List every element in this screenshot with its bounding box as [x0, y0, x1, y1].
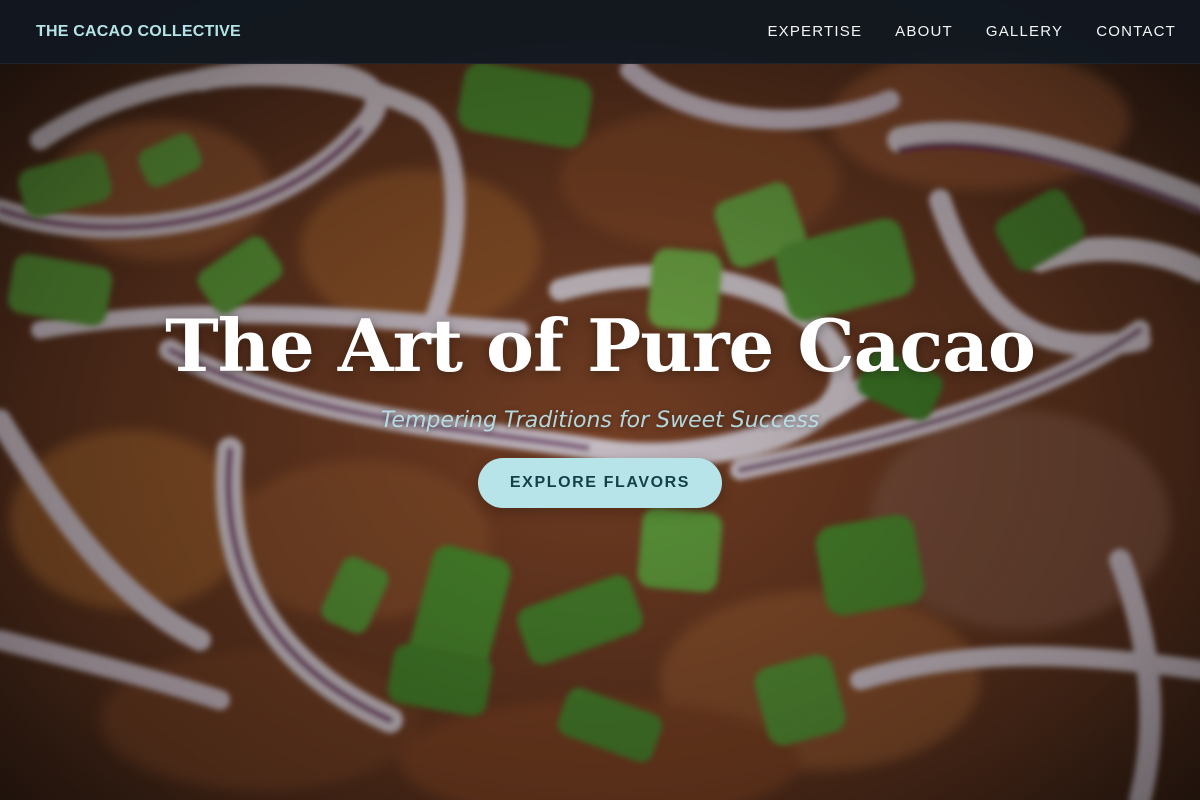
explore-flavors-button[interactable]: EXPLORE FLAVORS [477, 458, 723, 508]
nav-item-gallery: GALLERY [986, 23, 1063, 41]
top-navbar: THE CACAO COLLECTIVE EXPERTISE ABOUT GAL… [0, 0, 1200, 64]
nav-item-contact: CONTACT [1096, 23, 1176, 41]
nav-link-gallery[interactable]: GALLERY [986, 23, 1063, 40]
hero-title: The Art of Pure Cacao [165, 303, 1036, 388]
nav-link-about[interactable]: ABOUT [895, 23, 953, 40]
nav-item-about: ABOUT [895, 23, 953, 41]
hero-subtitle: Tempering Traditions for Sweet Success [380, 408, 820, 433]
landing-page: THE CACAO COLLECTIVE EXPERTISE ABOUT GAL… [0, 0, 1200, 800]
brand-logo-link[interactable]: THE CACAO COLLECTIVE [36, 23, 241, 41]
nav-link-contact[interactable]: CONTACT [1096, 23, 1176, 40]
nav-links: EXPERTISE ABOUT GALLERY CONTACT [767, 23, 1176, 41]
hero-section: The Art of Pure Cacao Tempering Traditio… [0, 300, 1200, 508]
nav-link-expertise[interactable]: EXPERTISE [767, 23, 862, 40]
nav-item-expertise: EXPERTISE [767, 23, 862, 41]
